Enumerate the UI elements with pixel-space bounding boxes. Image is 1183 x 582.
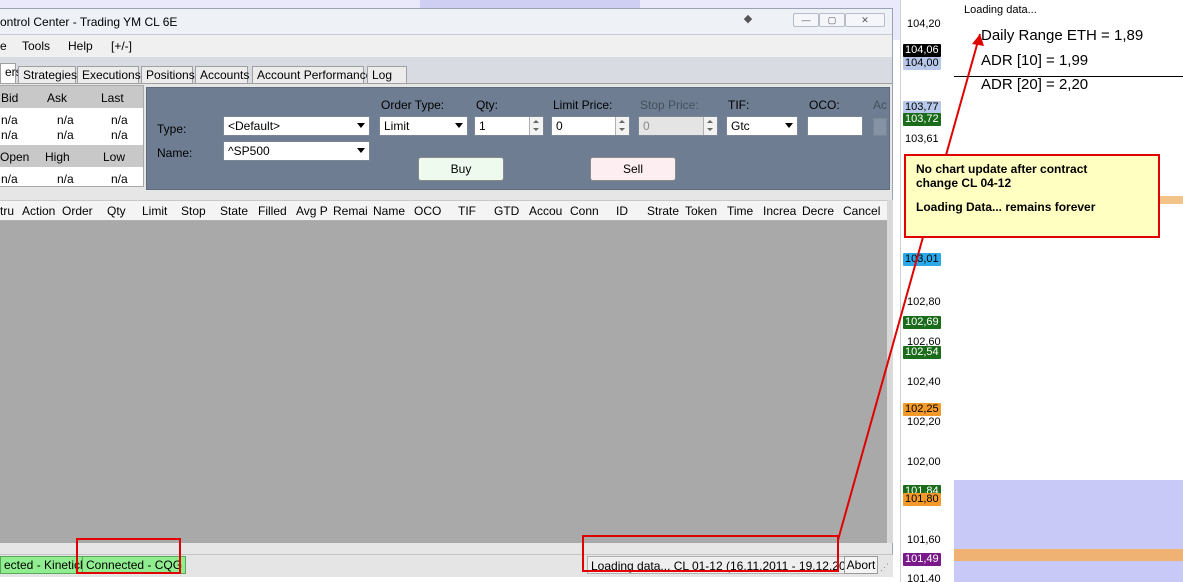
callout-line-1: No chart update after contract: [916, 162, 1088, 176]
callout-line-2: change CL 04-12: [916, 176, 1012, 190]
callout-line-3: Loading Data... remains forever: [916, 200, 1096, 214]
annotation-arrow: [837, 33, 984, 541]
annotation-callout: No chart update after contract change CL…: [904, 154, 1160, 238]
